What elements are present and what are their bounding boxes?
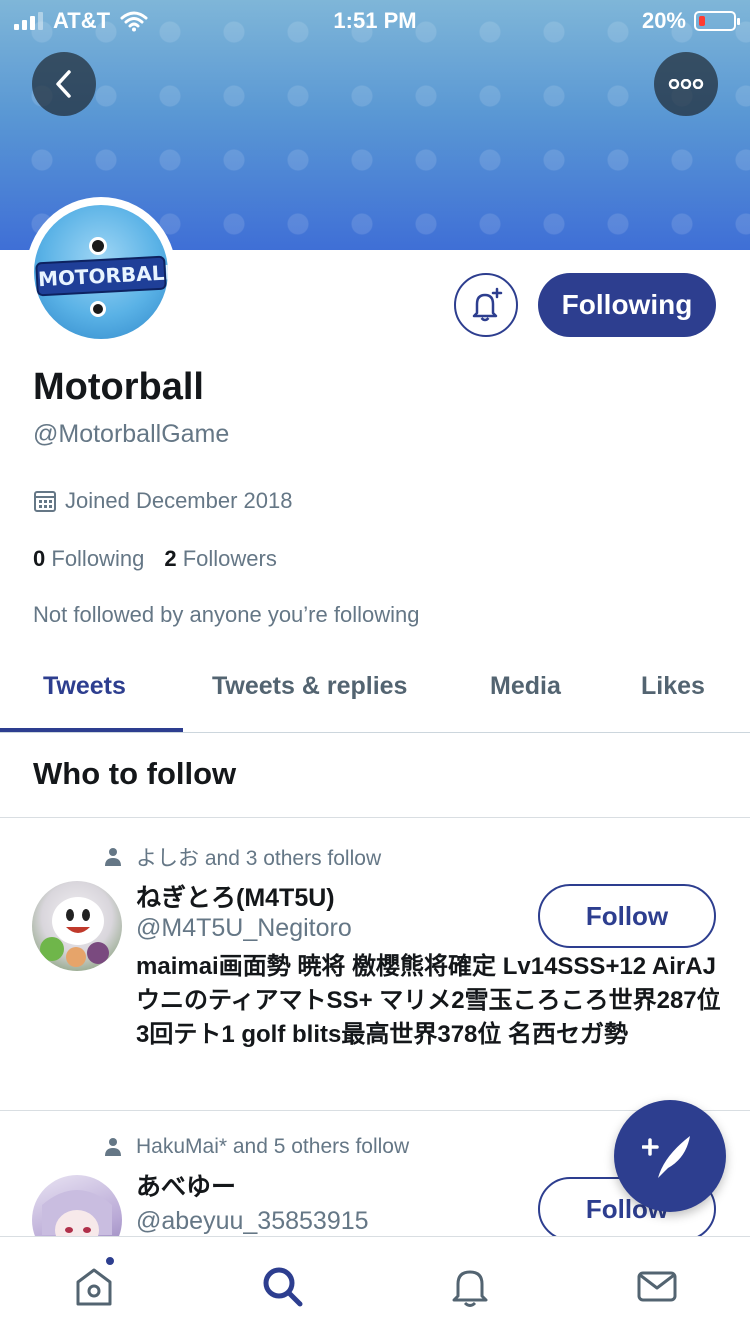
battery-percent: 20% <box>641 8 686 33</box>
user-name: あべゆー <box>136 1173 237 1201</box>
followers-count-link[interactable]: 2 Followers <box>164 546 277 572</box>
logo-text: MOTORBALL <box>35 255 168 297</box>
user-handle: @abeyuu_35853915 <box>136 1207 369 1235</box>
bottom-navigation <box>0 1236 750 1334</box>
nav-notifications[interactable] <box>445 1261 495 1311</box>
status-right: 20% <box>641 8 740 34</box>
gear-icon <box>90 301 106 317</box>
tab-tweets-replies[interactable]: Tweets & replies <box>212 672 407 701</box>
calendar-icon <box>34 491 56 512</box>
nav-home[interactable] <box>69 1261 119 1311</box>
nav-messages[interactable] <box>632 1261 682 1311</box>
tab-tweets[interactable]: Tweets <box>43 672 126 701</box>
following-button[interactable]: Following <box>538 273 716 337</box>
tab-media[interactable]: Media <box>490 672 561 701</box>
nav-search[interactable] <box>257 1261 307 1311</box>
joined-date: Joined December 2018 <box>33 488 292 514</box>
motorball-logo: MOTORBALL <box>34 205 168 339</box>
follow-counts: 0 Following 2 Followers <box>33 546 277 572</box>
social-context: HakuMai* and 5 others follow <box>104 1135 409 1159</box>
status-time: 1:51 PM <box>333 8 417 33</box>
profile-avatar[interactable]: MOTORBALL <box>26 197 176 347</box>
active-tab-indicator <box>0 728 183 732</box>
profile-tabs: Tweets Tweets & replies Media Likes <box>0 650 750 733</box>
home-icon <box>76 1268 112 1306</box>
social-context: よしお and 3 others follow <box>104 842 381 872</box>
ghost-character-image <box>40 897 109 967</box>
joined-text: Joined December 2018 <box>65 488 293 513</box>
anime-character-image <box>42 1190 112 1236</box>
user-name: ねぎとろ(M4T5U) <box>136 884 335 912</box>
not-followed-note: Not followed by anyone you’re following <box>33 602 420 627</box>
tab-likes[interactable]: Likes <box>641 672 705 701</box>
battery-icon <box>694 11 740 31</box>
profile-handle: @MotorballGame <box>33 420 230 448</box>
person-icon <box>105 848 121 866</box>
notifications-toggle-button[interactable] <box>454 273 518 337</box>
more-button[interactable] <box>654 52 718 116</box>
more-icon <box>668 79 704 89</box>
person-icon <box>105 1138 121 1156</box>
mail-icon <box>637 1271 677 1302</box>
bell-plus-icon <box>472 287 503 322</box>
bell-icon <box>452 1270 488 1307</box>
who-to-follow-title: Who to follow <box>33 756 237 791</box>
back-button[interactable] <box>32 52 96 116</box>
compose-tweet-button[interactable] <box>614 1100 726 1212</box>
gear-icon <box>89 237 107 255</box>
follow-button[interactable]: Follow <box>538 884 716 948</box>
status-bar: AT&T 1:51 PM 20% <box>0 0 750 40</box>
user-bio: maimai画面勢 暁将 檄櫻熊将確定 Lv14SSS+12 AirAJ ウニの… <box>136 953 721 1048</box>
profile-name: Motorball <box>33 366 204 408</box>
chevron-left-icon <box>56 70 71 98</box>
search-icon <box>263 1267 303 1307</box>
following-count-link[interactable]: 0 Following <box>33 546 144 572</box>
user-avatar[interactable] <box>32 1175 122 1236</box>
home-notification-badge <box>104 1255 116 1267</box>
user-avatar[interactable] <box>32 881 122 971</box>
suggestion-card[interactable]: よしお and 3 others follow ねぎとろ(M4T5U) @M4T… <box>0 818 750 1110</box>
compose-feather-icon <box>642 1136 690 1178</box>
user-handle: @M4T5U_Negitoro <box>136 914 352 942</box>
